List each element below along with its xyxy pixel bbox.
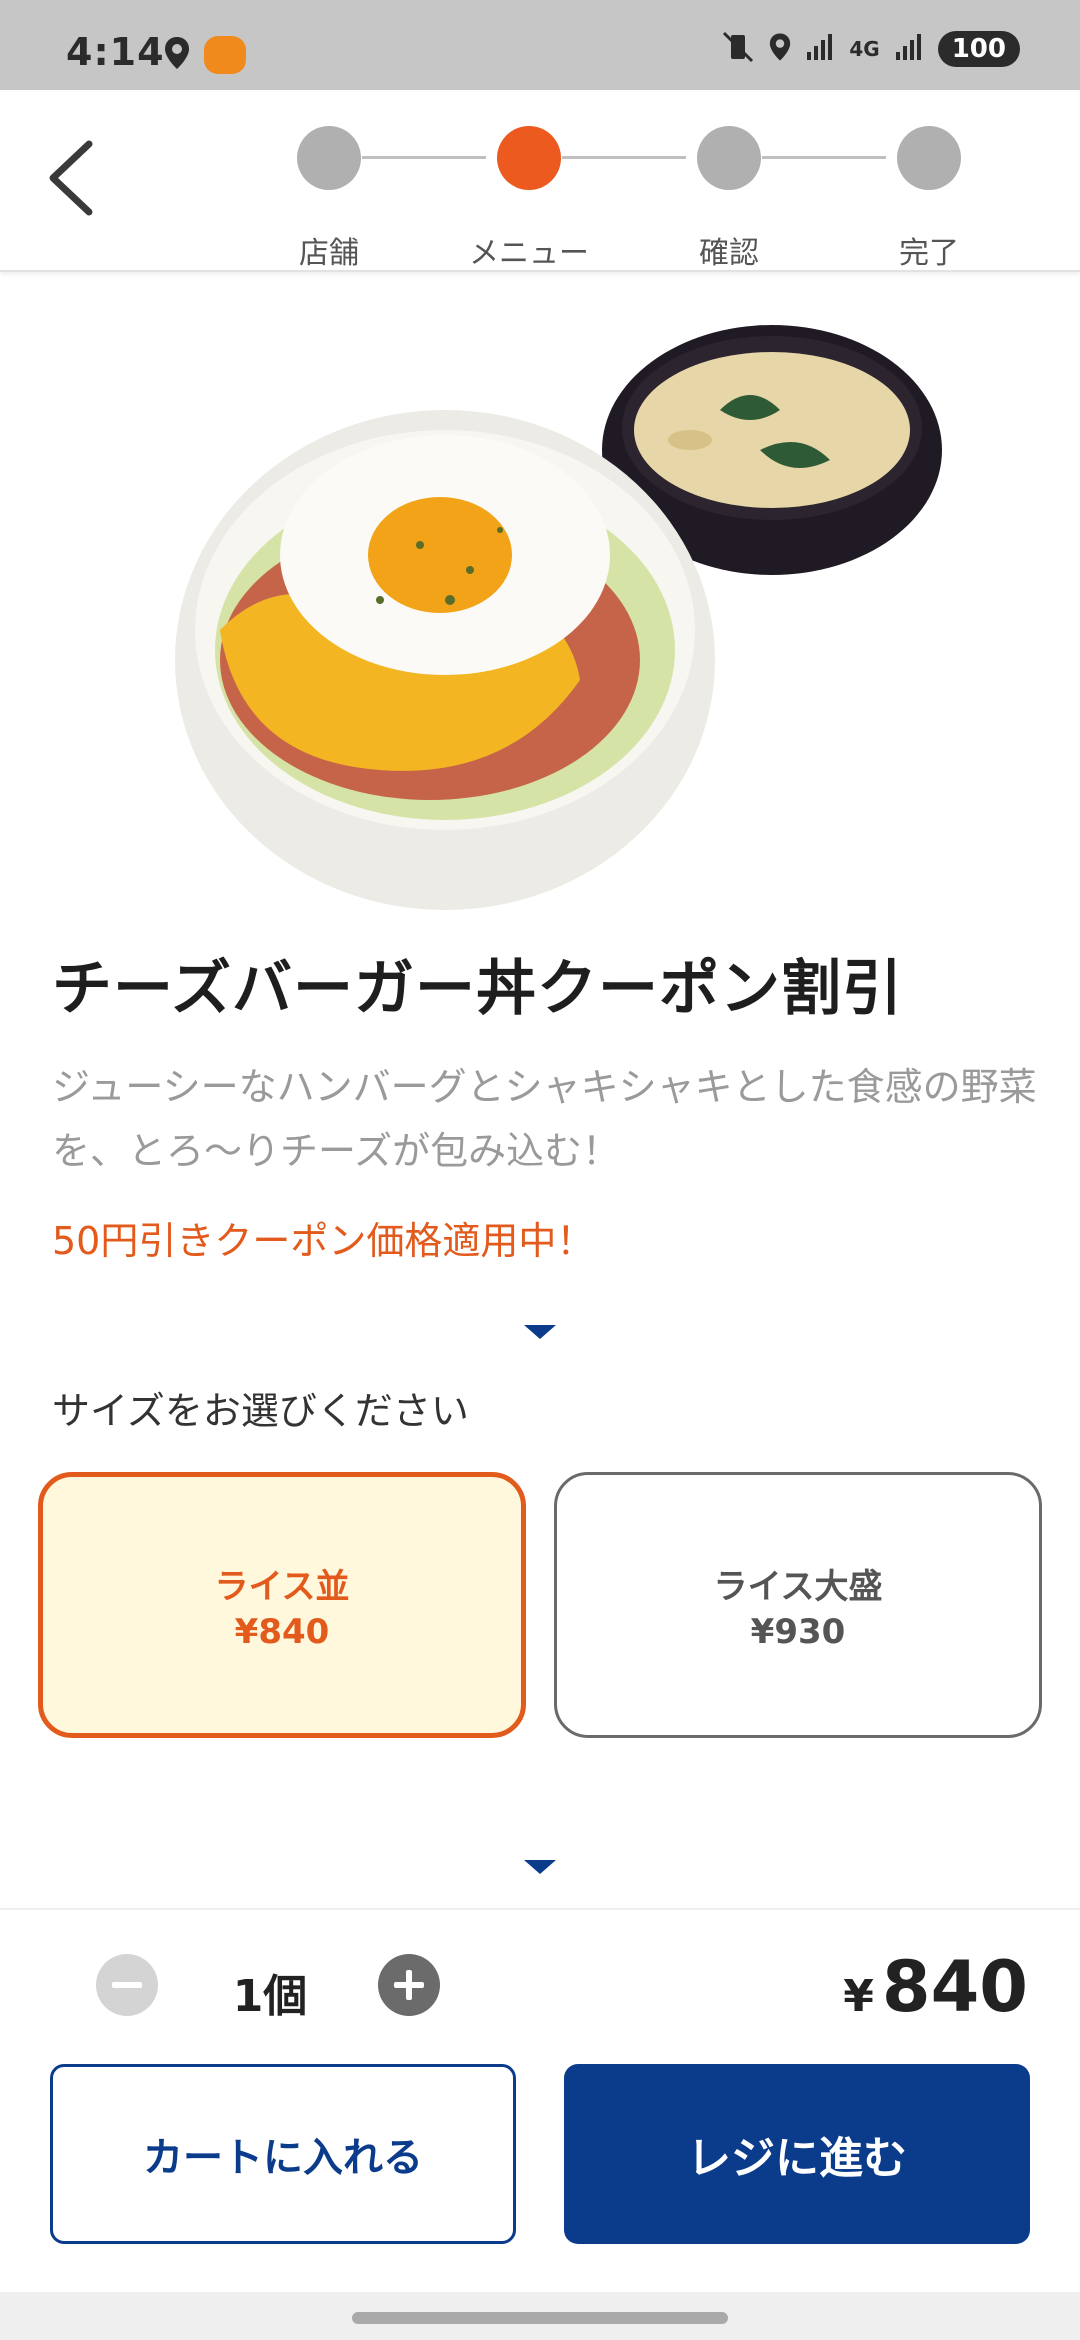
order-panel: 1個 ¥840 カートに入れる レジに進む xyxy=(0,1908,1080,2292)
caret-down-icon xyxy=(524,1325,556,1339)
currency-symbol: ¥ xyxy=(843,1971,874,2022)
add-to-cart-label: カートに入れる xyxy=(143,2135,423,2181)
total-amount: 840 xyxy=(881,1946,1028,2028)
step-indicator-menu xyxy=(497,126,561,190)
add-to-cart-button[interactable]: カートに入れる xyxy=(50,2064,516,2244)
signal-icon xyxy=(894,32,924,66)
size-option-price: ¥840 xyxy=(234,1611,330,1652)
size-option-regular[interactable]: ライス並 ¥840 xyxy=(38,1472,526,1738)
quantity-value: 1個 xyxy=(232,1971,308,2022)
step-connector xyxy=(362,156,486,159)
signal-icon xyxy=(805,32,835,66)
step-label-store: 店舗 xyxy=(299,236,359,271)
size-option-name: ライス並 xyxy=(214,1566,350,1607)
network-type: 4G xyxy=(849,37,880,61)
quantity-decrease-button[interactable] xyxy=(96,1954,158,2016)
size-option-price: ¥930 xyxy=(750,1611,846,1652)
product-image xyxy=(0,300,1080,920)
step-indicator-store xyxy=(297,126,361,190)
step-label-complete: 完了 xyxy=(899,236,959,271)
status-time: 4:14 xyxy=(66,30,165,74)
quantity-increase-button[interactable] xyxy=(378,1954,440,2016)
status-bar: 4:14 4G 100 xyxy=(0,0,1080,90)
back-button[interactable] xyxy=(30,132,110,228)
vibrate-off-icon xyxy=(721,30,755,68)
checkout-label: レジに進む xyxy=(687,2133,907,2184)
total-price: ¥840 xyxy=(843,1946,1028,2028)
caret-down-icon xyxy=(524,1860,556,1874)
step-indicator-complete xyxy=(897,126,961,190)
size-option-large[interactable]: ライス大盛 ¥930 xyxy=(554,1472,1042,1738)
order-progress-header: 店舗 メニュー 確認 完了 xyxy=(0,90,1080,272)
product-title: チーズバーガー丼クーポン割引 xyxy=(52,954,903,1024)
step-connector xyxy=(762,156,886,159)
battery-indicator: 100 xyxy=(937,31,1020,67)
app-notification-icon xyxy=(204,36,246,74)
size-section-title: サイズをお選びください xyxy=(52,1389,469,1433)
system-nav-bar xyxy=(0,2292,1080,2340)
size-option-name: ライス大盛 xyxy=(713,1566,883,1607)
chevron-left-icon xyxy=(45,138,95,222)
step-connector xyxy=(562,156,686,159)
home-gesture-handle[interactable] xyxy=(352,2312,728,2324)
step-label-menu: メニュー xyxy=(469,236,589,271)
checkout-button[interactable]: レジに進む xyxy=(564,2064,1030,2244)
step-label-confirm: 確認 xyxy=(699,236,759,271)
status-icons: 4G 100 xyxy=(721,30,1020,68)
product-description: ジューシーなハンバーグとシャキシャキとした食感の野菜を、とろ〜りチーズが包み込む… xyxy=(52,1065,1037,1173)
coupon-notice: 50円引きクーポン価格適用中！ xyxy=(52,1219,595,1263)
location-icon xyxy=(769,32,791,66)
location-icon xyxy=(164,36,190,74)
step-indicator-confirm xyxy=(697,126,761,190)
